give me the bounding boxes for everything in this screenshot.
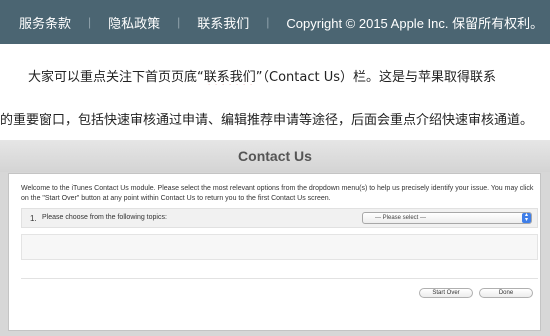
nav-separator: | [177, 15, 181, 29]
start-over-button[interactable]: Start Over [419, 288, 473, 298]
topic-number: 1. [30, 214, 37, 223]
contact-us-title: Contact Us [0, 140, 550, 172]
nav-separator: | [88, 15, 92, 29]
welcome-text: Welcome to the iTunes Contact Us module.… [21, 185, 534, 202]
done-button[interactable]: Done [479, 288, 533, 298]
updown-arrows-icon: ▴ ▾ [522, 212, 531, 223]
contact-us-panel: Welcome to the iTunes Contact Us module.… [8, 173, 541, 331]
article-line-2: 的重要窗口，包括快速审核通过申请、编辑推荐申请等途径，后面会重点介绍快速审核通道… [0, 113, 534, 128]
article-text: ”（Contact Us）栏。这是与苹果取得联系 [255, 70, 496, 85]
divider [21, 278, 538, 279]
topic-select-value: --- Please select --- [375, 215, 427, 221]
topic-row: 1. Please choose from the following topi… [21, 208, 538, 228]
topic-label: Please choose from the following topics: [42, 214, 167, 221]
contact-us-screenshot: Contact Us Welcome to the iTunes Contact… [0, 140, 550, 336]
article-text: 大家可以重点关注下首页页底“ [28, 70, 204, 85]
topic-content-area [21, 234, 538, 260]
nav-link-terms[interactable]: 服务条款 [19, 13, 71, 32]
nav-link-privacy[interactable]: 隐私政策 [108, 13, 160, 32]
spellcheck-underlined-text: 联系我们 [203, 70, 256, 85]
footer-nav-bar: 服务条款 | 隐私政策 | 联系我们 | Copyright © 2015 Ap… [0, 0, 550, 44]
article-line-1: 大家可以重点关注下首页页底“联系我们”（Contact Us）栏。这是与苹果取得… [0, 66, 550, 85]
copyright-text: Copyright © 2015 Apple Inc. 保留所有权利。 [286, 15, 544, 31]
topic-select-dropdown[interactable]: --- Please select --- ▴ ▾ [362, 212, 532, 224]
nav-link-contact[interactable]: 联系我们 [197, 13, 249, 32]
nav-separator: | [266, 15, 270, 29]
